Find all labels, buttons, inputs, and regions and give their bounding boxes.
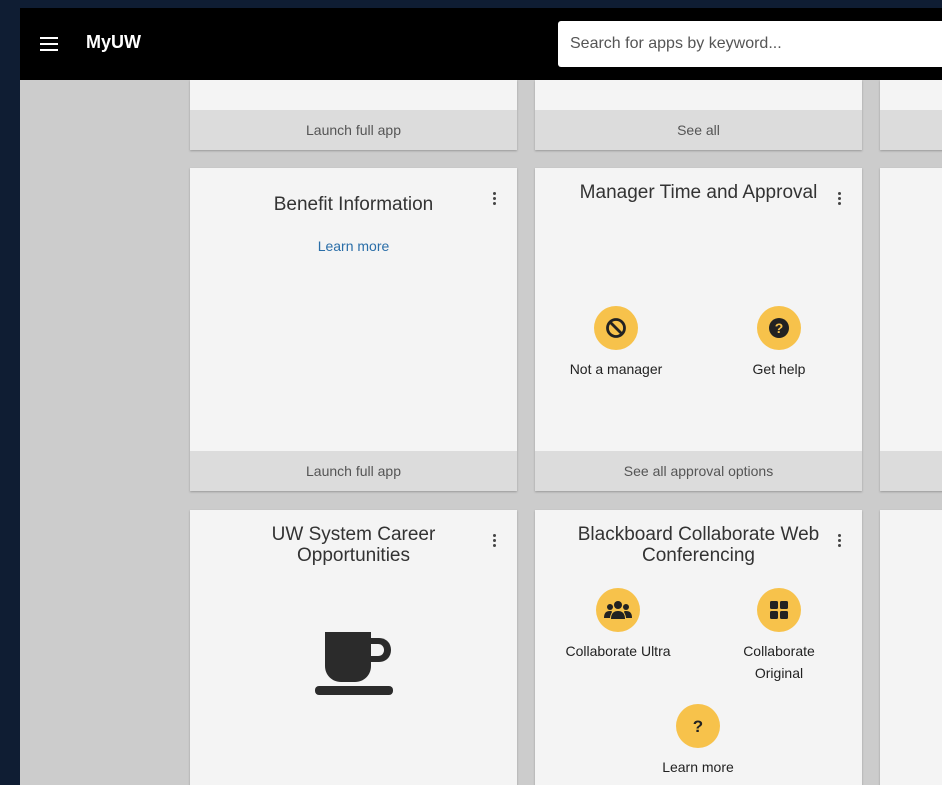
more-options-icon[interactable]: [493, 534, 497, 550]
launch-full-app-button[interactable]: Launch full app: [190, 110, 517, 150]
card-footer[interactable]: [880, 451, 942, 491]
card-title: UW System Career Opportunities: [271, 524, 436, 566]
more-options-icon[interactable]: [493, 192, 497, 208]
tile-label: Collaborate Ultra: [565, 643, 671, 659]
widget-card-top-left: Launch full app: [190, 80, 517, 150]
group-icon: [596, 588, 640, 632]
help-icon: ?: [757, 306, 801, 350]
coffee-cup-icon[interactable]: [313, 628, 395, 698]
question-icon: ?: [676, 704, 720, 748]
block-icon: [594, 306, 638, 350]
search-input[interactable]: [558, 21, 942, 67]
get-help-tile[interactable]: ? Get help: [729, 306, 829, 380]
card-title: Manager Time and Approval: [579, 182, 818, 203]
card-footer[interactable]: [880, 110, 942, 150]
card-title: Blackboard Collaborate Web Conferencing: [577, 524, 820, 566]
collaborate-ultra-tile[interactable]: Collaborate Ultra: [553, 588, 683, 662]
tile-label: Get help: [752, 361, 806, 377]
widget-card-right-partial: [880, 168, 942, 491]
card-title: Benefit Information: [273, 194, 434, 215]
learn-more-link[interactable]: Learn more: [190, 238, 517, 254]
tile-label: Collaborate Original: [743, 643, 815, 681]
widget-card-top-right: [880, 80, 942, 150]
svg-text:?: ?: [775, 320, 784, 336]
menu-icon[interactable]: [40, 37, 58, 51]
more-options-icon[interactable]: [838, 534, 842, 550]
tile-label: Not a manager: [569, 361, 663, 377]
widget-card-manager-time-approval: Manager Time and Approval Not a manager …: [535, 168, 862, 491]
app-window: MyUW Launch full app See all Benefit Inf…: [20, 8, 942, 785]
widget-card-top-middle: See all: [535, 80, 862, 150]
widget-card-blackboard-collaborate: Blackboard Collaborate Web Conferencing …: [535, 510, 862, 785]
collaborate-original-tile[interactable]: Collaborate Original: [729, 588, 829, 684]
tile-label: Learn more: [662, 759, 734, 775]
top-app-bar: MyUW: [20, 8, 942, 80]
grid-icon: [757, 588, 801, 632]
widget-card-benefit-information: Benefit Information Learn more Launch fu…: [190, 168, 517, 491]
launch-full-app-button[interactable]: Launch full app: [190, 451, 517, 491]
svg-text:?: ?: [693, 717, 703, 736]
learn-more-tile[interactable]: ? Learn more: [648, 704, 748, 778]
not-a-manager-tile[interactable]: Not a manager: [561, 306, 671, 380]
see-all-approval-options-button[interactable]: See all approval options: [535, 451, 862, 491]
app-title[interactable]: MyUW: [86, 32, 141, 53]
widget-card-right-partial: [880, 510, 942, 785]
see-all-button[interactable]: See all: [535, 110, 862, 150]
more-options-icon[interactable]: [838, 192, 842, 208]
widget-card-career-opportunities: UW System Career Opportunities: [190, 510, 517, 785]
